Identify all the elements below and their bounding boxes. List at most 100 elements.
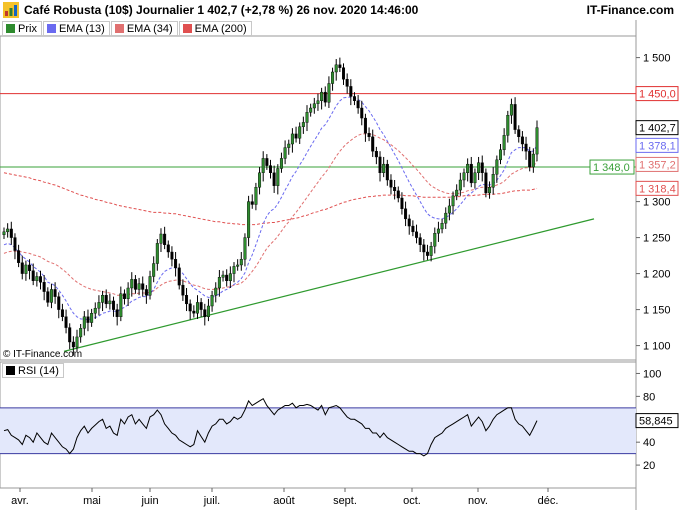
candle-body [488,186,492,194]
candle-body [217,277,221,289]
candle-body [455,189,459,197]
candle-body [316,100,320,104]
candle-body [345,78,349,87]
candle-body [206,305,210,318]
candle-body [491,174,495,188]
legend-swatch [46,24,56,33]
candle-body [360,107,364,119]
legend-swatch [114,24,124,33]
legend-item-ema34[interactable]: EMA (34) [110,21,178,36]
candle-body [258,172,262,188]
legend-item-ema200[interactable]: EMA (200) [178,21,252,36]
candle-body [75,336,79,348]
candle-body [93,307,97,314]
candle-body [382,163,386,174]
candle-body [484,172,488,194]
candle-body [429,246,433,256]
candle-body [294,133,298,139]
candle-body [517,129,521,138]
rsi-tick-label: 20 [643,460,655,472]
candle-body [243,237,247,260]
candle-body [254,186,258,205]
candle-body [374,150,378,158]
candle-body [108,300,112,305]
candle-body [24,264,28,274]
candle-body [425,251,429,256]
legend-swatch [182,24,192,33]
candle-body [261,158,265,173]
candle-body [447,205,451,214]
candle-body [195,302,199,314]
candle-body [265,158,269,166]
candle-body [393,186,397,191]
candle-body [210,295,214,307]
legend-item-ema13[interactable]: EMA (13) [42,21,110,36]
candle-body [2,231,6,235]
legend: Prix EMA (13) EMA (34) EMA (200) [2,21,253,36]
candle-body [192,310,196,314]
candle-body [104,295,108,305]
candle-body [363,117,367,134]
candle-body [495,159,499,175]
legend-swatch [6,24,15,33]
price-tick-label: 1 300 [643,197,671,209]
candle-body [42,282,46,292]
rsi-neutral-band [0,407,636,454]
rsi-legend-item[interactable]: RSI (14) [2,363,64,378]
candle-body [163,233,167,246]
candle-body [371,136,375,152]
candle-body [305,112,309,123]
candle-body [433,233,437,247]
candle-body [57,296,61,310]
candle-body [404,208,408,220]
rsi-tick-label: 100 [643,368,661,380]
candle-body [469,163,473,184]
candle-body [356,100,360,109]
legend-label: EMA (13) [58,22,105,35]
x-tick-label: nov. [468,495,488,507]
price-tag-label: 1 450,0 [639,89,676,101]
price-tick-label: 1 250 [643,233,671,245]
candle-body [228,273,232,282]
chart-canvas[interactable]: 1 1001 1501 2001 2501 3001 3501 4001 450… [0,0,680,510]
candle-body [451,195,455,207]
candle-body [236,264,240,267]
candle-body [400,197,404,210]
candle-body [458,179,462,191]
candle-body [415,231,419,238]
candle-body [331,71,335,84]
candle-body [97,302,101,309]
candle-body [279,158,283,169]
candle-body [203,309,207,318]
x-tick-label: mai [83,495,101,507]
price-tick-label: 1 200 [643,269,671,281]
candle-body [17,250,21,263]
rsi-tick-label: 80 [643,391,655,403]
copyright-label: © IT-Finance.com [3,349,83,360]
candle-body [141,283,145,290]
candle-body [312,103,316,109]
candle-body [159,233,163,244]
price-tick-label: 1 150 [643,305,671,317]
candle-body [130,279,134,289]
candle-body [239,259,243,266]
candle-body [466,163,470,174]
candle-body [46,291,50,303]
rsi-tick-label: 40 [643,437,655,449]
candle-body [13,237,17,251]
candle-body [82,316,86,329]
candle-body [272,172,276,186]
candle-body [396,190,400,199]
legend-item-prix[interactable]: Prix [2,21,42,36]
candle-body [309,107,313,113]
candle-body [155,243,159,264]
candle-body [513,104,517,130]
candle-body [342,67,346,80]
legend-swatch [6,366,15,375]
candle-body [444,212,448,224]
candle-body [199,302,203,310]
candle-body [524,143,528,152]
candle-body [148,276,152,296]
legend-label: Prix [18,22,37,35]
price-tick-label: 1 500 [643,53,671,65]
